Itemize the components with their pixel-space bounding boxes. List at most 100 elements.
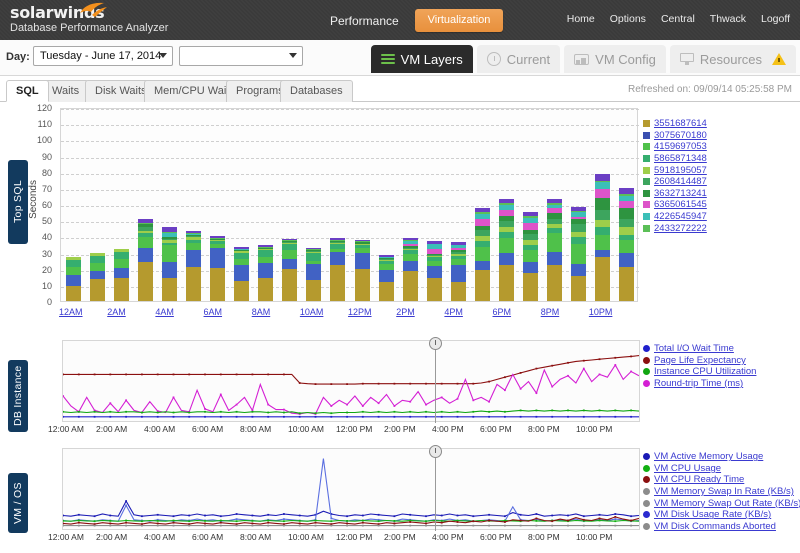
bar-segment[interactable] — [595, 227, 610, 234]
legend-label[interactable]: 4226545947 — [654, 211, 707, 222]
legend-item[interactable]: 2608414487 — [643, 176, 798, 188]
bar-segment[interactable] — [619, 208, 634, 219]
legend-item[interactable]: 5865871348 — [643, 153, 798, 165]
bar-segment[interactable] — [403, 261, 418, 272]
legend-item[interactable]: 3551687614 — [643, 118, 798, 130]
bar-segment[interactable] — [306, 264, 321, 280]
bar-segment[interactable] — [114, 252, 129, 259]
bar-segment[interactable] — [114, 268, 129, 279]
bar-x-tick[interactable]: 6PM — [493, 307, 512, 317]
bar-column[interactable] — [595, 174, 610, 301]
legend-item[interactable]: 3632713241 — [643, 188, 798, 200]
bar-segment[interactable] — [186, 250, 201, 267]
legend-label[interactable]: 6365061545 — [654, 199, 707, 210]
legend-label[interactable]: 5918195057 — [654, 165, 707, 176]
bar-column[interactable] — [379, 255, 394, 301]
legend-label[interactable]: Round-trip Time (ms) — [654, 378, 743, 389]
nav-link-thwack[interactable]: Thwack — [710, 13, 746, 25]
bar-segment[interactable] — [451, 282, 466, 301]
bar-segment[interactable] — [162, 245, 177, 262]
bar-segment[interactable] — [90, 256, 105, 263]
bar-column[interactable] — [66, 257, 81, 301]
legend-label[interactable]: VM Disk Usage Rate (KB/s) — [654, 509, 771, 520]
bar-segment[interactable] — [523, 250, 538, 262]
bar-segment[interactable] — [138, 237, 153, 248]
bar-segment[interactable] — [595, 220, 610, 227]
legend-item[interactable]: VM Memory Swap In Rate (KB/s) — [643, 486, 798, 498]
bar-column[interactable] — [547, 199, 562, 301]
legend-item[interactable]: VM Memory Swap Out Rate (KB/s) — [643, 497, 798, 509]
legend-label[interactable]: 2433272222 — [654, 223, 707, 234]
legend-item[interactable]: 2433272222 — [643, 222, 798, 234]
bar-x-tick[interactable]: 4PM — [444, 307, 463, 317]
bar-segment[interactable] — [475, 261, 490, 271]
bar-column[interactable] — [619, 188, 634, 301]
bar-segment[interactable] — [66, 260, 81, 267]
legend-item[interactable]: VM CPU Usage — [643, 463, 798, 475]
bar-column[interactable] — [186, 231, 201, 301]
tab-waits[interactable]: Waits — [42, 80, 89, 102]
bar-segment[interactable] — [306, 280, 321, 301]
bar-x-tick[interactable]: 8AM — [252, 307, 271, 317]
bar-x-tick[interactable]: 6AM — [204, 307, 223, 317]
bar-column[interactable] — [90, 253, 105, 301]
bar-column[interactable] — [330, 238, 345, 301]
legend-item[interactable]: 4159697053 — [643, 141, 798, 153]
legend-item[interactable]: VM Disk Usage Rate (KB/s) — [643, 509, 798, 521]
bar-segment[interactable] — [595, 189, 610, 199]
bar-segment[interactable] — [499, 253, 514, 264]
bar-x-tick[interactable]: 2AM — [107, 307, 126, 317]
bar-segment[interactable] — [619, 253, 634, 267]
bar-segment[interactable] — [355, 269, 370, 301]
bar-segment[interactable] — [90, 271, 105, 279]
bar-x-tick[interactable]: 2PM — [396, 307, 415, 317]
legend-label[interactable]: 5865871348 — [654, 153, 707, 164]
bar-segment[interactable] — [619, 219, 634, 227]
instance-select[interactable] — [179, 46, 303, 66]
legend-label[interactable]: Page Life Expectancy — [654, 355, 746, 366]
bar-segment[interactable] — [475, 247, 490, 261]
legend-label[interactable]: VM Memory Swap In Rate (KB/s) — [654, 486, 794, 497]
bar-segment[interactable] — [499, 265, 514, 301]
bar-segment[interactable] — [114, 259, 129, 268]
legend-label[interactable]: VM Active Memory Usage — [654, 451, 763, 462]
legend-item[interactable]: 6365061545 — [643, 199, 798, 211]
bar-segment[interactable] — [595, 257, 610, 301]
bar-segment[interactable] — [138, 248, 153, 263]
bar-segment[interactable] — [355, 253, 370, 269]
bar-x-tick[interactable]: 12AM — [59, 307, 83, 317]
bar-column[interactable] — [210, 236, 225, 301]
bar-segment[interactable] — [282, 269, 297, 301]
bar-segment[interactable] — [234, 265, 249, 280]
bar-segment[interactable] — [427, 278, 442, 301]
bar-segment[interactable] — [330, 265, 345, 301]
bar-segment[interactable] — [282, 259, 297, 270]
bar-segment[interactable] — [138, 262, 153, 301]
bar-segment[interactable] — [547, 265, 562, 301]
bar-x-tick[interactable]: 8PM — [541, 307, 560, 317]
legend-item[interactable]: Total I/O Wait Time — [643, 343, 798, 355]
bar-segment[interactable] — [234, 281, 249, 301]
nav-virtualization[interactable]: Virtualization — [415, 9, 503, 32]
bar-column[interactable] — [282, 239, 297, 301]
bar-column[interactable] — [499, 199, 514, 301]
bar-segment[interactable] — [571, 224, 586, 231]
bar-segment[interactable] — [523, 262, 538, 273]
legend-label[interactable]: Total I/O Wait Time — [654, 343, 734, 354]
bar-column[interactable] — [571, 207, 586, 302]
bar-column[interactable] — [162, 227, 177, 301]
tab-sql[interactable]: SQL — [6, 80, 49, 102]
side-tab-top-sql[interactable]: Top SQL — [8, 160, 28, 244]
bar-segment[interactable] — [619, 267, 634, 301]
legend-label[interactable]: VM Disk Commands Aborted — [654, 521, 776, 532]
day-select[interactable]: Tuesday - June 17, 2014 — [33, 46, 173, 66]
nav-link-options[interactable]: Options — [610, 13, 646, 25]
vm-os-time-marker-handle[interactable] — [429, 445, 442, 458]
legend-item[interactable]: VM Disk Commands Aborted — [643, 521, 798, 533]
bar-column[interactable] — [306, 248, 321, 301]
tab-vm-layers[interactable]: VM Layers — [371, 45, 473, 73]
bar-segment[interactable] — [427, 266, 442, 277]
bar-segment[interactable] — [210, 268, 225, 301]
bar-segment[interactable] — [66, 286, 81, 301]
tab-databases[interactable]: Databases — [280, 80, 353, 102]
